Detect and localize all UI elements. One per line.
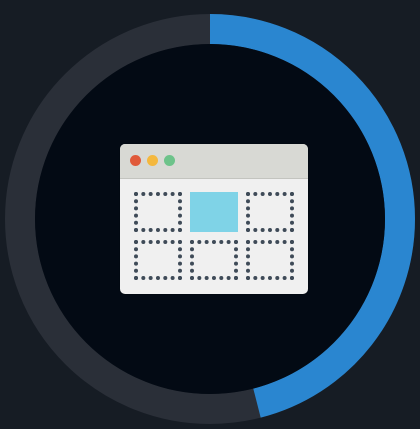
minimize-dot-icon	[147, 155, 158, 166]
window-titlebar	[120, 144, 308, 179]
grid-cell-top-left-icon	[134, 192, 182, 232]
grid-cell-bottom-left-icon	[134, 240, 182, 280]
grid-cell-top-right-icon	[246, 192, 294, 232]
maximize-dot-icon	[164, 155, 175, 166]
progress-screen	[0, 0, 420, 429]
grid-cell-selected-icon	[190, 192, 238, 232]
close-dot-icon	[130, 155, 141, 166]
layout-window-icon	[120, 144, 308, 294]
grid-cell-bottom-right-icon	[246, 240, 294, 280]
grid-cell-bottom-middle-icon	[190, 240, 238, 280]
